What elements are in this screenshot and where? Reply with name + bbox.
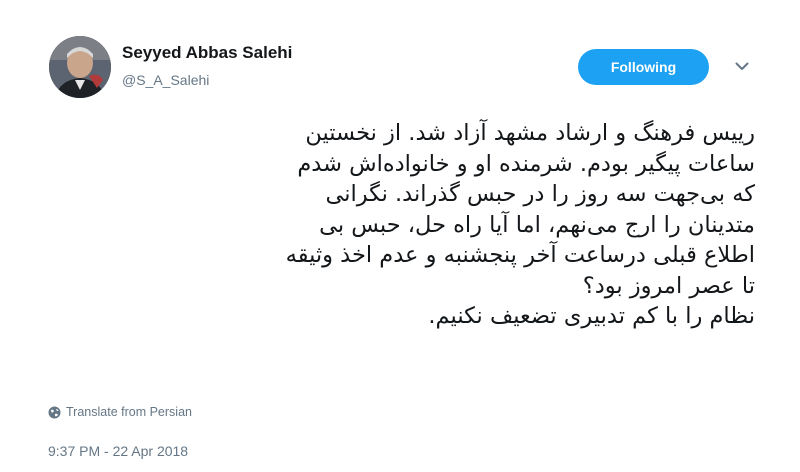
- tweet-timestamp[interactable]: 9:37 PM - 22 Apr 2018: [48, 443, 188, 459]
- tweet-line: متدینان را ارج می‌نهم، اما آیا راه حل، ح…: [319, 211, 755, 238]
- translate-link[interactable]: Translate from Persian: [48, 405, 192, 419]
- following-button[interactable]: Following: [578, 49, 709, 85]
- profile-handle[interactable]: @S_A_Salehi: [122, 72, 209, 88]
- profile-display-name[interactable]: Seyyed Abbas Salehi: [122, 43, 292, 63]
- avatar[interactable]: [49, 36, 111, 98]
- translate-label[interactable]: Translate from Persian: [66, 405, 192, 419]
- tweet-line: تا عصر امروز بود؟: [582, 272, 755, 299]
- tweet-line: رییس فرهنگ و ارشاد مشهد آزاد شد. از نخست…: [305, 120, 755, 146]
- tweet-line: اطلاع قبلی درساعت آخر پنجشنبه و عدم اخذ …: [285, 242, 755, 268]
- tweet-text: رییس فرهنگ و ارشاد مشهد آزاد شد. از نخست…: [255, 118, 755, 332]
- globe-icon: [48, 406, 61, 418]
- tweet-line: ساعات پیگیر بودم. شرمنده او و خانواده‌اش…: [297, 150, 755, 177]
- tweet-line: نظام را با کم تدبیری تضعیف نکنیم.: [428, 303, 755, 329]
- tweet-line: که بی‌جهت سه روز را در حبس گذراند. نگران…: [325, 181, 755, 207]
- chevron-down-icon[interactable]: [732, 56, 752, 76]
